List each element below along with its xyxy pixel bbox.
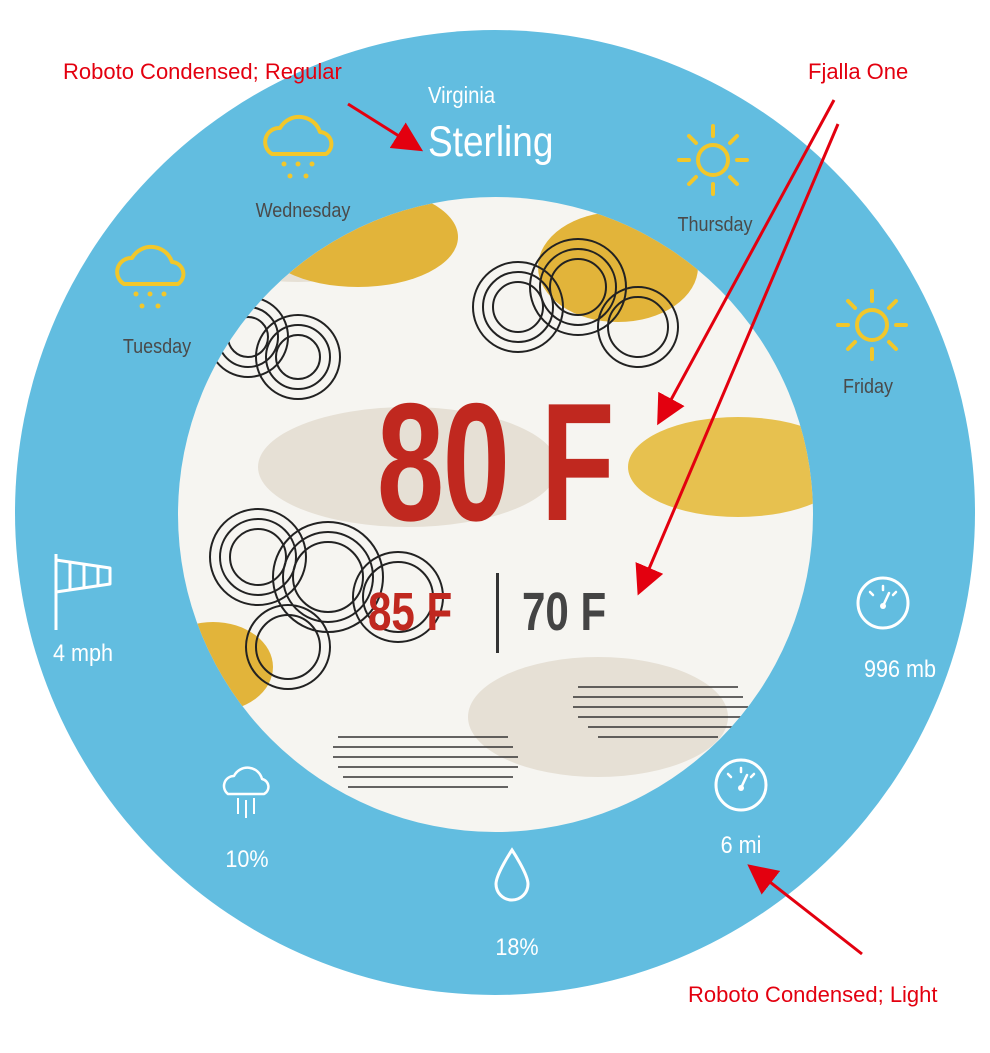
annotation-arrow [347,102,424,152]
annotation-arrow [747,864,863,956]
annotation-arrow [635,123,840,596]
annotation-arrow [657,99,836,426]
annotation-arrows [347,99,863,956]
